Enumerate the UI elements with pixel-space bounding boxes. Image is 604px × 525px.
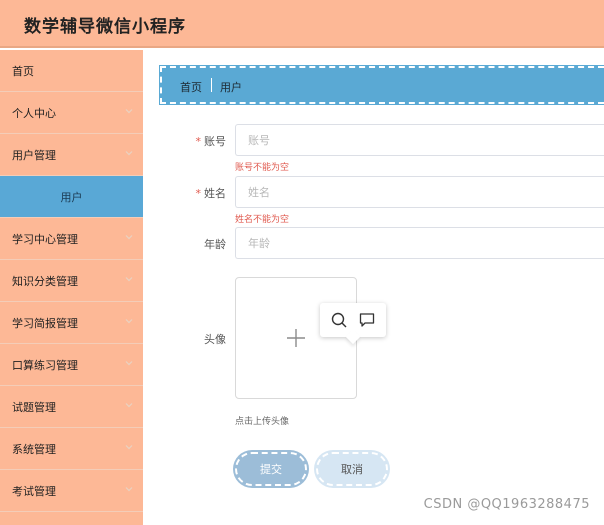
avatar-label-text: 头像 bbox=[204, 333, 226, 346]
breadcrumb-current: 用户 bbox=[220, 81, 242, 94]
required-mark: * bbox=[195, 135, 202, 148]
sidebar-item-label: 用户管理 bbox=[12, 149, 56, 162]
chevron-down-icon bbox=[125, 403, 133, 408]
age-input[interactable] bbox=[235, 227, 604, 259]
sidebar-menu: 首页 个人中心 用户管理 用户 学习中心管理 知识分类管理 学习简报管理 口算练… bbox=[0, 50, 143, 525]
sidebar-item-label: 学习中心管理 bbox=[12, 233, 78, 246]
age-label: 年龄 bbox=[166, 236, 226, 252]
sidebar-item-label: 学习简报管理 bbox=[12, 317, 78, 330]
name-label: * 姓名 bbox=[166, 185, 227, 201]
chevron-down-icon bbox=[125, 319, 133, 324]
sidebar-item-user-management[interactable]: 用户管理 bbox=[0, 134, 143, 176]
chevron-down-icon bbox=[125, 445, 133, 450]
chevron-down-icon bbox=[125, 151, 133, 156]
chevron-down-icon bbox=[125, 235, 133, 240]
floating-toolbar bbox=[320, 303, 386, 345]
sidebar-item-label: 知识分类管理 bbox=[12, 275, 78, 288]
account-error: 账号不能为空 bbox=[235, 163, 290, 173]
sidebar-item-label: 系统管理 bbox=[12, 443, 56, 456]
comment-icon[interactable] bbox=[358, 311, 376, 329]
sidebar-subitem-user[interactable]: 用户 bbox=[0, 176, 143, 218]
watermark-text: CSDN @QQ1963288475 bbox=[423, 497, 590, 512]
name-error: 姓名不能为空 bbox=[235, 215, 290, 225]
sidebar-item-label: 考试管理 bbox=[12, 485, 56, 498]
top-header: 数学辅导微信小程序 bbox=[0, 0, 604, 48]
breadcrumb-separator bbox=[211, 78, 212, 92]
chevron-down-icon bbox=[125, 487, 133, 492]
sidebar-item-system-management[interactable]: 系统管理 bbox=[0, 428, 143, 470]
sidebar-item-question-management[interactable]: 试题管理 bbox=[0, 386, 143, 428]
avatar-label: 头像 bbox=[166, 331, 226, 347]
sidebar-item-label: 试题管理 bbox=[12, 401, 56, 414]
sidebar-item-personal-center[interactable]: 个人中心 bbox=[0, 92, 143, 134]
required-mark: * bbox=[195, 187, 202, 200]
name-input[interactable] bbox=[235, 176, 604, 208]
search-icon[interactable] bbox=[330, 311, 348, 329]
account-label: * 账号 bbox=[166, 133, 227, 149]
sidebar-item-label: 首页 bbox=[12, 65, 34, 78]
sidebar-item-learning-center[interactable]: 学习中心管理 bbox=[0, 218, 143, 260]
account-label-text: 账号 bbox=[204, 135, 226, 148]
sidebar-item-home[interactable]: 首页 bbox=[0, 50, 143, 92]
cancel-button[interactable]: 取消 bbox=[316, 452, 388, 486]
age-label-text: 年龄 bbox=[204, 238, 226, 251]
submit-button[interactable]: 提交 bbox=[235, 452, 307, 486]
sidebar-item-knowledge-category[interactable]: 知识分类管理 bbox=[0, 260, 143, 302]
sidebar-item-label: 个人中心 bbox=[12, 107, 56, 120]
chevron-down-icon bbox=[125, 361, 133, 366]
breadcrumb: 首页 用户 bbox=[159, 65, 604, 105]
sidebar-item-mental-math[interactable]: 口算练习管理 bbox=[0, 344, 143, 386]
avatar-upload-hint: 点击上传头像 bbox=[235, 417, 290, 427]
breadcrumb-home-link[interactable]: 首页 bbox=[180, 79, 202, 95]
account-input[interactable] bbox=[235, 124, 604, 156]
avatar-upload-box[interactable] bbox=[235, 277, 357, 399]
chevron-down-icon bbox=[125, 277, 133, 282]
sidebar-item-learning-brief[interactable]: 学习简报管理 bbox=[0, 302, 143, 344]
plus-icon bbox=[287, 329, 305, 347]
sidebar-item-exam-management[interactable]: 考试管理 bbox=[0, 470, 143, 512]
app-title: 数学辅导微信小程序 bbox=[24, 17, 186, 37]
sidebar-item-label: 口算练习管理 bbox=[12, 359, 78, 372]
name-label-text: 姓名 bbox=[204, 187, 226, 200]
chevron-down-icon bbox=[125, 109, 133, 114]
sidebar-item-label: 用户 bbox=[60, 191, 83, 204]
